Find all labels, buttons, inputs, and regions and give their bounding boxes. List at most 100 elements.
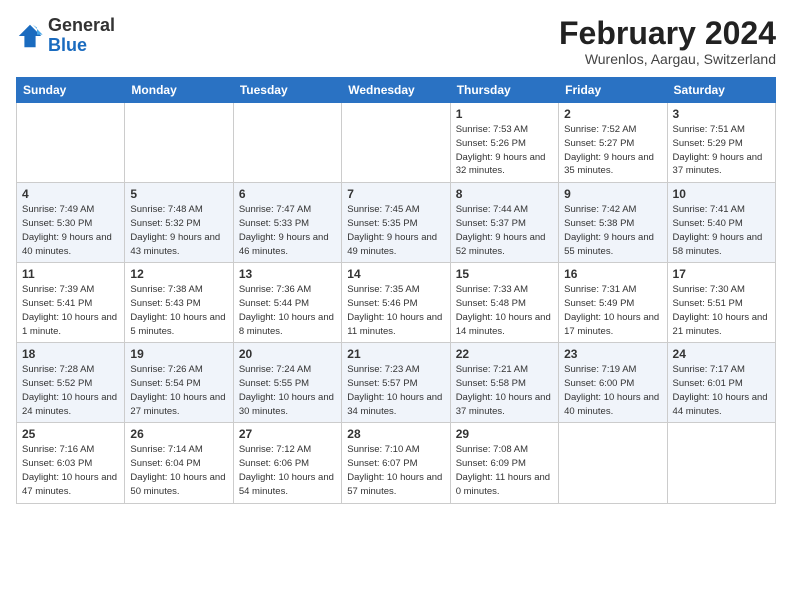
calendar-cell: 25 Sunrise: 7:16 AM Sunset: 6:03 PM Dayli…: [17, 423, 125, 503]
day-number: 4: [22, 187, 119, 201]
calendar-week-row: 25 Sunrise: 7:16 AM Sunset: 6:03 PM Dayli…: [17, 423, 776, 503]
calendar-cell: 29Sunrise: 7:08 AM Sunset: 6:09 PM Dayli…: [450, 423, 558, 503]
day-number: 3: [673, 107, 770, 121]
day-info: Sunrise: 7:49 AM Sunset: 5:30 PM Dayligh…: [22, 203, 119, 258]
calendar-day-header: Tuesday: [233, 78, 341, 103]
day-info: Sunrise: 7:28 AM Sunset: 5:52 PM Dayligh…: [22, 363, 119, 418]
calendar-cell: 17Sunrise: 7:30 AM Sunset: 5:51 PM Dayli…: [667, 263, 775, 343]
day-number: 11: [22, 267, 119, 281]
day-info: Sunrise: 7:42 AM Sunset: 5:38 PM Dayligh…: [564, 203, 661, 258]
logo-icon: [16, 22, 44, 50]
calendar-week-row: 18 Sunrise: 7:28 AM Sunset: 5:52 PM Dayli…: [17, 343, 776, 423]
calendar-cell: 8 Sunrise: 7:44 AM Sunset: 5:37 PM Daylig…: [450, 183, 558, 263]
calendar-cell: 19 Sunrise: 7:26 AM Sunset: 5:54 PM Dayli…: [125, 343, 233, 423]
page-subtitle: Wurenlos, Aargau, Switzerland: [559, 51, 776, 67]
calendar-cell: 21Sunrise: 7:23 AM Sunset: 5:57 PM Dayli…: [342, 343, 450, 423]
day-number: 7: [347, 187, 444, 201]
logo-text: General Blue: [48, 16, 115, 56]
calendar-cell: [17, 103, 125, 183]
day-info: Sunrise: 7:19 AM Sunset: 6:00 PM Dayligh…: [564, 363, 661, 418]
calendar-cell: 9 Sunrise: 7:42 AM Sunset: 5:38 PM Daylig…: [559, 183, 667, 263]
calendar-cell: 23Sunrise: 7:19 AM Sunset: 6:00 PM Dayli…: [559, 343, 667, 423]
calendar-body: 1Sunrise: 7:53 AM Sunset: 5:26 PM Daylig…: [17, 103, 776, 503]
calendar-cell: [342, 103, 450, 183]
day-info: Sunrise: 7:08 AM Sunset: 6:09 PM Dayligh…: [456, 443, 553, 498]
day-number: 9: [564, 187, 661, 201]
calendar-day-header: Monday: [125, 78, 233, 103]
calendar-header: SundayMondayTuesdayWednesdayThursdayFrid…: [17, 78, 776, 103]
calendar-table: SundayMondayTuesdayWednesdayThursdayFrid…: [16, 77, 776, 503]
day-number: 25: [22, 427, 119, 441]
day-number: 19: [130, 347, 227, 361]
day-info: Sunrise: 7:53 AM Sunset: 5:26 PM Dayligh…: [456, 123, 553, 178]
calendar-day-header: Friday: [559, 78, 667, 103]
title-block: February 2024 Wurenlos, Aargau, Switzerl…: [559, 16, 776, 67]
day-info: Sunrise: 7:36 AM Sunset: 5:44 PM Dayligh…: [239, 283, 336, 338]
day-info: Sunrise: 7:26 AM Sunset: 5:54 PM Dayligh…: [130, 363, 227, 418]
day-number: 6: [239, 187, 336, 201]
calendar-cell: 2Sunrise: 7:52 AM Sunset: 5:27 PM Daylig…: [559, 103, 667, 183]
day-info: Sunrise: 7:10 AM Sunset: 6:07 PM Dayligh…: [347, 443, 444, 498]
calendar-cell: [667, 423, 775, 503]
day-info: Sunrise: 7:23 AM Sunset: 5:57 PM Dayligh…: [347, 363, 444, 418]
day-info: Sunrise: 7:35 AM Sunset: 5:46 PM Dayligh…: [347, 283, 444, 338]
calendar-cell: 20 Sunrise: 7:24 AM Sunset: 5:55 PM Dayli…: [233, 343, 341, 423]
day-info: Sunrise: 7:45 AM Sunset: 5:35 PM Dayligh…: [347, 203, 444, 258]
logo: General Blue: [16, 16, 115, 56]
logo-general: General: [48, 16, 115, 36]
day-number: 5: [130, 187, 227, 201]
calendar-cell: 5 Sunrise: 7:48 AM Sunset: 5:32 PM Daylig…: [125, 183, 233, 263]
page-title: February 2024: [559, 16, 776, 51]
day-info: Sunrise: 7:48 AM Sunset: 5:32 PM Dayligh…: [130, 203, 227, 258]
calendar-day-header: Wednesday: [342, 78, 450, 103]
calendar-cell: [559, 423, 667, 503]
day-info: Sunrise: 7:52 AM Sunset: 5:27 PM Dayligh…: [564, 123, 661, 178]
calendar-cell: 16 Sunrise: 7:31 AM Sunset: 5:49 PM Dayli…: [559, 263, 667, 343]
calendar-cell: 27Sunrise: 7:12 AM Sunset: 6:06 PM Dayli…: [233, 423, 341, 503]
calendar-week-row: 4 Sunrise: 7:49 AM Sunset: 5:30 PM Daylig…: [17, 183, 776, 263]
calendar-cell: 15 Sunrise: 7:33 AM Sunset: 5:48 PM Dayli…: [450, 263, 558, 343]
calendar-day-header: Thursday: [450, 78, 558, 103]
calendar-cell: 1Sunrise: 7:53 AM Sunset: 5:26 PM Daylig…: [450, 103, 558, 183]
day-info: Sunrise: 7:30 AM Sunset: 5:51 PM Dayligh…: [673, 283, 770, 338]
calendar-cell: [125, 103, 233, 183]
day-info: Sunrise: 7:14 AM Sunset: 6:04 PM Dayligh…: [130, 443, 227, 498]
day-info: Sunrise: 7:17 AM Sunset: 6:01 PM Dayligh…: [673, 363, 770, 418]
calendar-cell: 14Sunrise: 7:35 AM Sunset: 5:46 PM Dayli…: [342, 263, 450, 343]
day-number: 8: [456, 187, 553, 201]
day-number: 20: [239, 347, 336, 361]
day-info: Sunrise: 7:31 AM Sunset: 5:49 PM Dayligh…: [564, 283, 661, 338]
day-info: Sunrise: 7:39 AM Sunset: 5:41 PM Dayligh…: [22, 283, 119, 338]
calendar-day-header: Saturday: [667, 78, 775, 103]
day-number: 18: [22, 347, 119, 361]
calendar-cell: 22 Sunrise: 7:21 AM Sunset: 5:58 PM Dayli…: [450, 343, 558, 423]
day-number: 13: [239, 267, 336, 281]
calendar-cell: 24 Sunrise: 7:17 AM Sunset: 6:01 PM Dayli…: [667, 343, 775, 423]
calendar-header-row: SundayMondayTuesdayWednesdayThursdayFrid…: [17, 78, 776, 103]
page-header: General Blue February 2024 Wurenlos, Aar…: [16, 16, 776, 67]
day-info: Sunrise: 7:33 AM Sunset: 5:48 PM Dayligh…: [456, 283, 553, 338]
calendar-day-header: Sunday: [17, 78, 125, 103]
day-number: 12: [130, 267, 227, 281]
day-number: 27: [239, 427, 336, 441]
day-number: 22: [456, 347, 553, 361]
calendar-week-row: 11 Sunrise: 7:39 AM Sunset: 5:41 PM Dayli…: [17, 263, 776, 343]
calendar-cell: 11 Sunrise: 7:39 AM Sunset: 5:41 PM Dayli…: [17, 263, 125, 343]
calendar-cell: [233, 103, 341, 183]
calendar-cell: 6Sunrise: 7:47 AM Sunset: 5:33 PM Daylig…: [233, 183, 341, 263]
calendar-cell: 18 Sunrise: 7:28 AM Sunset: 5:52 PM Dayli…: [17, 343, 125, 423]
day-info: Sunrise: 7:41 AM Sunset: 5:40 PM Dayligh…: [673, 203, 770, 258]
calendar-cell: 12Sunrise: 7:38 AM Sunset: 5:43 PM Dayli…: [125, 263, 233, 343]
calendar-cell: 3Sunrise: 7:51 AM Sunset: 5:29 PM Daylig…: [667, 103, 775, 183]
calendar-cell: 10Sunrise: 7:41 AM Sunset: 5:40 PM Dayli…: [667, 183, 775, 263]
calendar-cell: 26Sunrise: 7:14 AM Sunset: 6:04 PM Dayli…: [125, 423, 233, 503]
day-info: Sunrise: 7:16 AM Sunset: 6:03 PM Dayligh…: [22, 443, 119, 498]
day-info: Sunrise: 7:21 AM Sunset: 5:58 PM Dayligh…: [456, 363, 553, 418]
day-info: Sunrise: 7:24 AM Sunset: 5:55 PM Dayligh…: [239, 363, 336, 418]
day-number: 24: [673, 347, 770, 361]
day-number: 16: [564, 267, 661, 281]
day-number: 15: [456, 267, 553, 281]
day-info: Sunrise: 7:44 AM Sunset: 5:37 PM Dayligh…: [456, 203, 553, 258]
calendar-cell: 4 Sunrise: 7:49 AM Sunset: 5:30 PM Daylig…: [17, 183, 125, 263]
day-number: 28: [347, 427, 444, 441]
